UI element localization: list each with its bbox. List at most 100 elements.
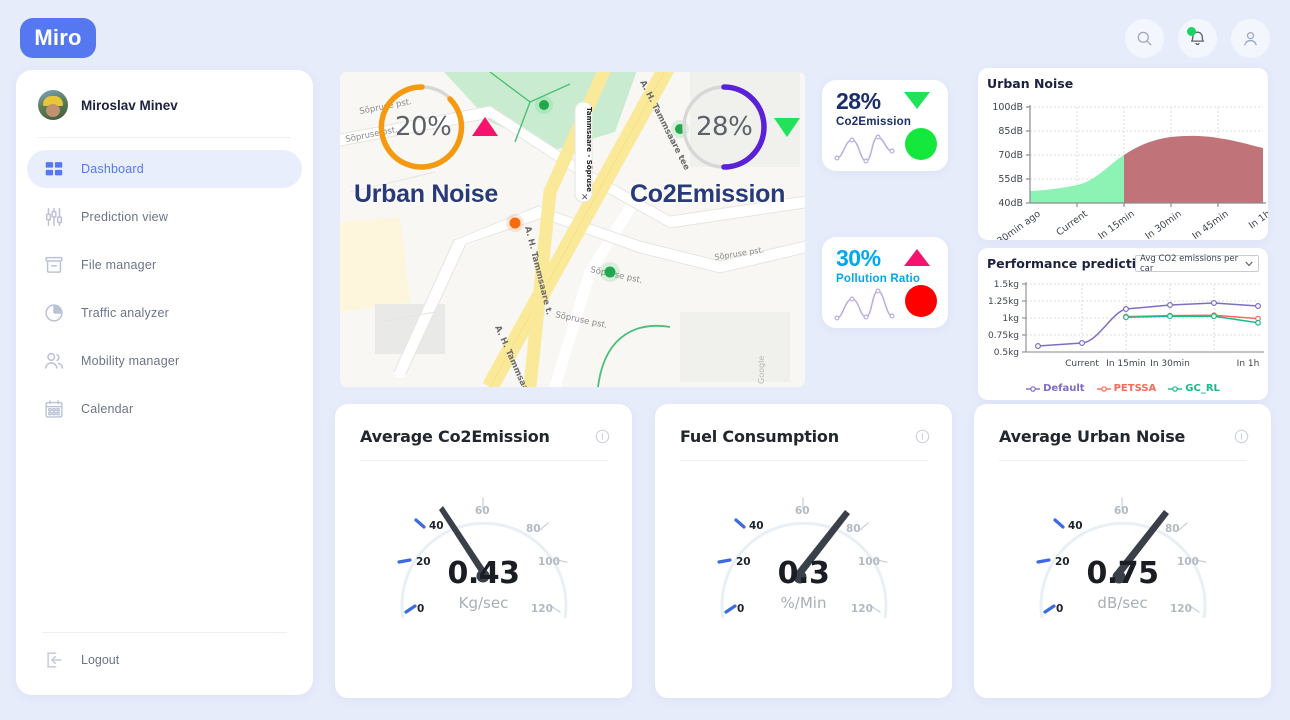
logout-button[interactable]: Logout [16,649,313,671]
gauge-tick-label: 60 [1114,505,1129,517]
gauge-tick-label: 60 [795,505,810,517]
gauge-tick-label: 80 [846,523,861,535]
urban-noise-chart-panel: Urban Noise 100dB 85dB 70dB 55dB 40dB 30… [978,68,1268,240]
y-tick-label: 70dB [998,150,1023,161]
sidebar-item-label: Traffic analyzer [81,306,169,320]
sidebar-item-calendar[interactable]: Calendar [27,390,302,428]
stat-card-co2emission[interactable]: 28% Co2Emission [822,80,948,171]
map-label-urban-noise: Urban Noise [354,180,498,208]
users-icon [44,352,64,369]
y-tick-label: 40dB [998,198,1023,209]
calendar-icon [45,400,63,418]
notification-badge [1187,27,1196,36]
gauge-tick-label: 40 [429,520,444,532]
stat-card-pollution-ratio[interactable]: 30% Pollution Ratio [822,237,948,328]
info-icon[interactable] [915,429,930,444]
y-tick-label: 55dB [998,174,1023,185]
stat-percent: 30% [836,245,881,271]
sidebar-item-prediction-view[interactable]: Prediction view [27,198,302,236]
gauge-tick-label: 80 [1165,523,1180,535]
performance-predictions-chart: 1.5kg 1.25kg 1kg 0.75kg 0.5kg Current In… [988,280,1264,369]
status-dot [905,285,937,317]
gauge-value: 0.43 [447,556,520,591]
brand-logo[interactable]: Miro [20,18,96,58]
chevron-down-icon [1245,261,1253,267]
x-tick-label: Current [1065,359,1099,369]
legend-label: Default [1043,383,1085,394]
gauge-unit: dB/sec [1097,594,1148,612]
metric-select[interactable]: Avg CO2 emissions per car [1135,253,1259,274]
y-tick-label: 0.75kg [988,331,1019,341]
sidebar-footer: Logout [16,632,313,671]
chart-legend: Default PETSSA GC_RL [978,383,1268,394]
svg-text:Google: Google [757,356,766,384]
legend-marker-icon [1168,385,1183,392]
x-tick-label: In 15min [1096,209,1136,240]
y-tick-label: 1kg [1002,314,1019,324]
profile-button[interactable] [1231,19,1270,58]
gauge-card-average-urban-noise: Average Urban Noise 0 20 40 60 80 100 12… [974,404,1271,698]
x-tick-label: In 45min [1190,209,1230,240]
sidebar-item-dashboard[interactable]: Dashboard [27,150,302,188]
grid-icon [45,162,63,176]
x-tick-label: Current [1054,208,1090,238]
sidebar-item-mobility-manager[interactable]: Mobility manager [27,342,302,380]
gauge-unit: Kg/sec [458,594,509,612]
sparkline [834,134,895,164]
y-tick-label: 1.25kg [988,297,1019,307]
logout-label: Logout [81,653,120,667]
legend-label: GC_RL [1185,383,1220,394]
legend-item-petssa[interactable]: PETSSA [1096,383,1157,394]
sidebar-item-file-manager[interactable]: File manager [27,246,302,284]
performance-predictions-panel: Performance predictions Avg CO2 emission… [978,248,1268,400]
gauge-card-title: Average Urban Noise [999,427,1186,446]
svg-text:✕: ✕ [581,193,589,203]
x-tick-label: In 15min [1106,359,1146,369]
y-tick-label: 100dB [992,102,1023,113]
legend-label: PETSSA [1113,383,1157,394]
sidebar-item-label: Calendar [81,402,134,416]
legend-item-default[interactable]: Default [1026,383,1085,394]
logout-divider [42,632,287,633]
x-tick-label: In 30min [1143,209,1183,240]
panel-title: Urban Noise [987,76,1074,91]
info-icon[interactable] [1234,429,1249,444]
gauge-unit: %/Min [780,594,827,612]
gauge-tick-label: 80 [526,523,541,535]
gauge-value: 0.3 [777,556,830,591]
search-icon [1137,31,1152,46]
header-actions [1125,19,1270,58]
stat-label: Pollution Ratio [836,273,921,285]
x-tick-label: In 1h [1237,359,1260,369]
y-tick-label: 0.5kg [994,348,1019,358]
sparkline [834,288,895,321]
info-icon[interactable] [595,429,610,444]
gauge-value: 0.75 [1086,556,1159,591]
notifications-button[interactable] [1178,19,1217,58]
sidebar-nav: Dashboard Prediction view File manager T… [16,138,313,428]
sidebar-item-traffic-analyzer[interactable]: Traffic analyzer [27,294,302,332]
legend-marker-icon [1026,385,1041,392]
sidebar-profile[interactable]: Miroslav Minev [16,70,313,120]
map-ring-percent-urban-noise: 20% [395,112,452,142]
map-label-co2emission: Co2Emission [630,180,786,208]
legend-item-gc-rl[interactable]: GC_RL [1168,383,1220,394]
trend-down-icon [904,92,930,109]
metric-select-value: Avg CO2 emissions per car [1140,253,1239,274]
sidebar-item-label: Prediction view [81,210,169,224]
gauge-tick-label: 60 [475,505,490,517]
gauge-card-title: Average Co2Emission [360,427,550,446]
map-panel[interactable]: Sõpruse pst. Sõpruse pst. Sõpruse pst. S… [340,72,805,387]
y-tick-label: 85dB [998,126,1023,137]
map-trend-co2emission-icon [774,118,800,137]
sidebar-item-label: File manager [81,258,157,272]
pie-chart-icon [45,304,63,322]
sliders-icon [45,208,63,226]
search-button[interactable] [1125,19,1164,58]
user-icon [1244,32,1257,46]
stat-percent: 28% [836,88,881,114]
status-dot [905,128,937,160]
logout-icon [47,652,62,668]
stat-label: Co2Emission [836,116,912,128]
sidebar-item-label: Dashboard [81,162,144,176]
